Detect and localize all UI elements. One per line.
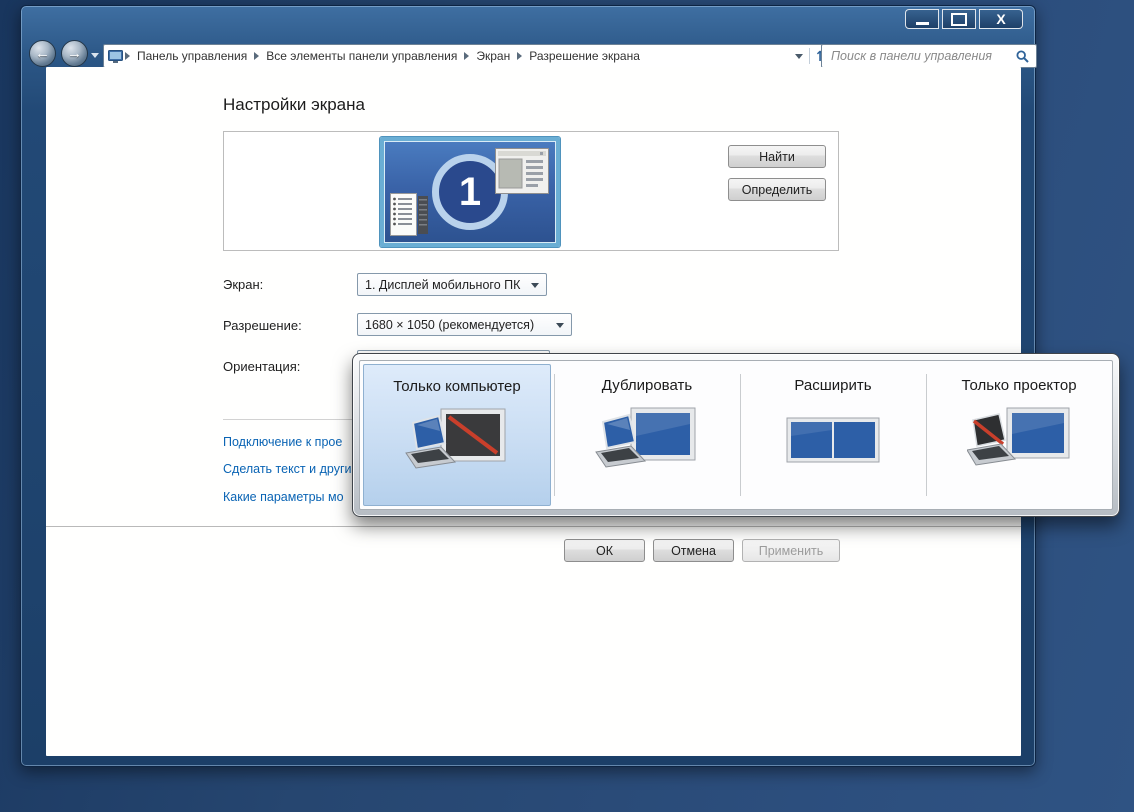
option-projector-only[interactable]: Только проектор — [926, 361, 1112, 509]
identify-button[interactable]: Определить — [728, 178, 826, 201]
display-icon — [108, 50, 123, 63]
search-input[interactable] — [829, 48, 1009, 64]
breadcrumb-separator-icon — [254, 52, 259, 60]
which-settings-link[interactable]: Какие параметры мо — [223, 490, 356, 504]
duplicate-icon — [595, 406, 699, 472]
minimize-button[interactable] — [905, 9, 939, 29]
forward-button[interactable]: → — [61, 40, 88, 67]
search-icon[interactable] — [1016, 50, 1029, 63]
search-box — [821, 44, 1037, 68]
desktop-window-icon — [495, 148, 549, 194]
breadcrumb-item-all-items[interactable]: Все элементы панели управления — [261, 49, 462, 63]
back-icon: ← — [35, 45, 50, 62]
maximize-button[interactable] — [942, 9, 976, 29]
breadcrumb-item-control-panel[interactable]: Панель управления — [132, 49, 252, 63]
option-duplicate-label: Дублировать — [554, 377, 740, 394]
chevron-down-icon — [556, 323, 564, 328]
make-text-larger-link[interactable]: Сделать текст и други — [223, 462, 356, 476]
close-icon: X — [996, 12, 1005, 26]
projector-switcher-options: Только компьютер Дублировать — [359, 360, 1113, 510]
breadcrumb-separator-icon — [517, 52, 522, 60]
close-button[interactable]: X — [979, 9, 1023, 29]
find-button[interactable]: Найти — [728, 145, 826, 168]
orientation-label: Ориентация: — [223, 359, 300, 374]
ok-button[interactable]: ОК — [564, 539, 645, 562]
screen-select-value: 1. Дисплей мобильного ПК — [365, 278, 520, 292]
screen-select[interactable]: 1. Дисплей мобильного ПК — [357, 273, 547, 296]
monitor-1-preview[interactable]: 1 — [380, 137, 560, 247]
window-controls: X — [905, 9, 1023, 29]
address-dropdown-icon[interactable] — [795, 54, 803, 59]
option-projector-only-label: Только проектор — [926, 377, 1112, 394]
breadcrumb-separator-icon — [464, 52, 469, 60]
projector-switcher-panel: Только компьютер Дублировать — [352, 353, 1120, 517]
footer-divider — [46, 526, 1021, 527]
cancel-button[interactable]: Отмена — [653, 539, 734, 562]
page-title: Настройки экрана — [223, 95, 365, 115]
back-button[interactable]: ← — [29, 40, 56, 67]
breadcrumb-item-screen-resolution[interactable]: Разрешение экрана — [524, 49, 645, 63]
section-divider — [223, 419, 354, 420]
minimize-icon — [916, 22, 929, 25]
breadcrumb-separator-icon — [125, 52, 130, 60]
screen-label: Экран: — [223, 277, 263, 292]
recent-pages-dropdown-icon[interactable] — [91, 53, 99, 58]
breadcrumb: Панель управления Все элементы панели уп… — [103, 44, 833, 68]
option-computer-only[interactable]: Только компьютер — [363, 364, 551, 506]
extend-icon — [781, 406, 885, 472]
resolution-select-value: 1680 × 1050 (рекомендуется) — [365, 318, 534, 332]
resolution-label: Разрешение: — [223, 318, 302, 333]
forward-icon: → — [67, 45, 82, 62]
address-divider — [809, 48, 810, 64]
document-list-icon — [390, 191, 430, 237]
option-extend-label: Расширить — [740, 377, 926, 394]
option-computer-only-label: Только компьютер — [364, 378, 550, 395]
maximize-icon — [951, 13, 967, 26]
desktop: X ← → Панель управления Все элементы пан… — [0, 0, 1134, 812]
option-extend[interactable]: Расширить — [740, 361, 926, 509]
apply-button[interactable]: Применить — [742, 539, 840, 562]
connect-projector-link[interactable]: Подключение к прое — [223, 435, 356, 449]
projector-only-icon — [967, 406, 1071, 472]
option-duplicate[interactable]: Дублировать — [554, 361, 740, 509]
breadcrumb-item-display[interactable]: Экран — [471, 49, 515, 63]
chevron-down-icon — [531, 283, 539, 288]
resolution-select[interactable]: 1680 × 1050 (рекомендуется) — [357, 313, 572, 336]
computer-only-icon — [405, 407, 509, 473]
